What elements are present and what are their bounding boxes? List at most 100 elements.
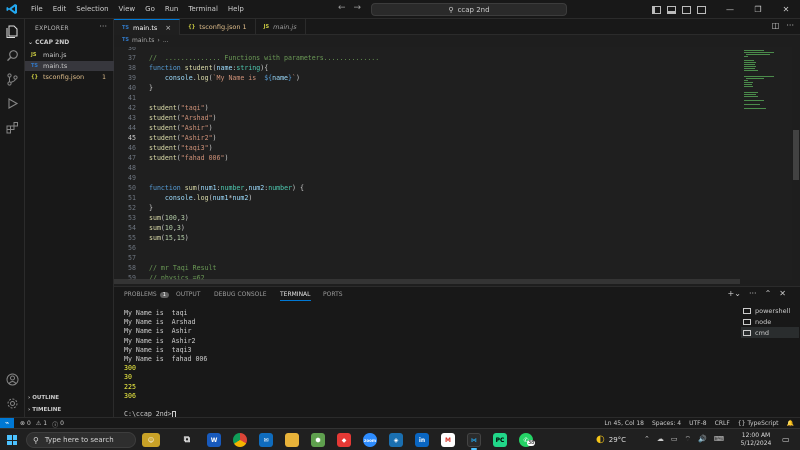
toggle-secondary-sidebar-icon[interactable] [682, 5, 691, 14]
file-name: main.js [43, 51, 67, 59]
terminal-cmd[interactable]: cmd [741, 327, 799, 338]
extensions-icon[interactable] [5, 120, 20, 135]
terminal-node[interactable]: node [741, 316, 799, 327]
menu-help[interactable]: Help [223, 5, 249, 13]
terminal-list: powershell node cmd [741, 305, 799, 338]
more-actions-icon[interactable]: ··· [99, 22, 107, 31]
panel-tab-terminal[interactable]: TERMINAL [280, 291, 311, 301]
workspace-folder[interactable]: ⌄ CCAP 2ND [28, 39, 69, 46]
weather-sun-icon: ◐ [596, 434, 605, 445]
git-icon[interactable]: ◈ [389, 433, 403, 447]
panel-tab-output[interactable]: OUTPUT [176, 291, 200, 298]
new-terminal-icon[interactable]: +⌄ [728, 289, 741, 298]
word-icon[interactable]: W [207, 433, 221, 447]
code-line: 56 [114, 243, 742, 253]
more-actions-icon[interactable]: ··· [786, 21, 794, 30]
task-view-icon[interactable]: ⧉ [180, 433, 194, 447]
menu-selection[interactable]: Selection [71, 5, 113, 13]
command-center[interactable]: ⚲ ccap 2nd [371, 3, 567, 16]
minimap-line [744, 86, 753, 87]
timeline-section[interactable]: › TIMELINE [28, 407, 61, 413]
explorer-icon[interactable] [5, 24, 20, 39]
indentation[interactable]: Spaces: 4 [652, 420, 681, 427]
vscode-taskbar-icon[interactable]: ⋈ [467, 433, 481, 447]
source-control-icon[interactable] [5, 72, 20, 87]
run-debug-icon[interactable] [5, 96, 20, 111]
time: 12:00 AM [741, 432, 771, 439]
notifications-icon[interactable]: 🔔 [787, 420, 794, 427]
volume-icon[interactable]: 🔊 [698, 435, 707, 444]
whatsapp-badge: 38 [527, 440, 536, 446]
gear-icon[interactable] [5, 396, 20, 411]
toggle-panel-icon[interactable] [667, 5, 676, 14]
widget-icon[interactable]: ☺ [142, 433, 160, 447]
more-actions-icon[interactable]: ··· [749, 289, 757, 298]
minimap-line [744, 76, 774, 77]
line-ending[interactable]: CRLF [715, 420, 730, 427]
file-item[interactable]: JS main.js [25, 50, 114, 60]
anydesk-icon[interactable]: ◆ [337, 433, 351, 447]
panel-tab-problems[interactable]: PROBLEMS 1 [124, 291, 169, 298]
maximize-icon[interactable]: ❐ [744, 5, 772, 14]
panel-tab-debug-console[interactable]: DEBUG CONSOLE [214, 291, 267, 298]
vertical-scrollbar[interactable] [793, 130, 799, 180]
onedrive-icon[interactable]: ☁ [657, 435, 664, 444]
weather-widget[interactable]: ◐ 29°C [596, 434, 626, 445]
toggle-sidebar-icon[interactable] [652, 5, 661, 14]
account-icon[interactable] [5, 372, 20, 387]
close-icon[interactable]: × [165, 24, 171, 32]
back-arrow-icon[interactable]: ← [338, 3, 346, 13]
search-icon[interactable] [5, 48, 20, 63]
menu-file[interactable]: File [26, 5, 48, 13]
language-mode[interactable]: {} TypeScript [738, 420, 779, 427]
menu-run[interactable]: Run [160, 5, 183, 13]
file-explorer-icon[interactable] [285, 433, 299, 447]
terminal-powershell[interactable]: powershell [741, 305, 799, 316]
panel-tab-ports[interactable]: PORTS [323, 291, 343, 298]
code-line: 50 function sum(num1:number,num2:number) … [114, 183, 742, 193]
linkedin-icon[interactable]: in [415, 433, 429, 447]
close-icon[interactable]: ✕ [779, 289, 786, 298]
gmail-icon[interactable]: M [441, 433, 455, 447]
chevron-up-icon[interactable]: ⌃ [644, 435, 650, 444]
menu-go[interactable]: Go [140, 5, 160, 13]
zoom-icon[interactable]: zoom [363, 433, 377, 447]
pycharm-icon[interactable]: PC [493, 433, 507, 447]
file-item[interactable]: {} tsconfig.json 1 [25, 72, 114, 82]
chrome-icon[interactable] [233, 433, 247, 447]
network-icon[interactable]: ⌔ [685, 435, 692, 444]
encoding[interactable]: UTF-8 [689, 420, 707, 427]
line-number: 57 [128, 254, 136, 262]
code-line: 44 student("Ashir") [114, 123, 742, 133]
tab-main-js[interactable]: JS main.js [256, 19, 306, 35]
mail-icon[interactable]: ✉ [259, 433, 273, 447]
menu-terminal[interactable]: Terminal [183, 5, 223, 13]
outline-section[interactable]: › OUTLINE [28, 395, 59, 401]
notification-center-icon[interactable]: ▭ [782, 435, 790, 444]
customize-layout-icon[interactable] [697, 5, 706, 14]
windows-start-icon[interactable] [7, 435, 17, 445]
battery-icon[interactable]: ▭ [671, 435, 678, 444]
keyboard-icon[interactable]: ⌨ [714, 435, 724, 444]
taskbar-search[interactable]: ⚲ Type here to search [26, 432, 136, 448]
editor-tabs: TS main.ts ×{} tsconfig.json 1 JS main.js ◫ ·… [114, 19, 800, 35]
close-icon[interactable]: ✕ [772, 5, 800, 14]
minimap[interactable] [742, 47, 792, 280]
cursor-position[interactable]: Ln 45, Col 18 [604, 420, 644, 427]
file-item[interactable]: TS main.ts [25, 61, 114, 71]
tab-main-ts[interactable]: TS main.ts × [114, 19, 181, 35]
forward-arrow-icon[interactable]: → [354, 3, 362, 13]
sidebar-title: EXPLORER [35, 25, 69, 32]
minimize-icon[interactable]: — [716, 5, 744, 14]
split-editor-icon[interactable]: ◫ [772, 21, 780, 30]
breadcrumb-file[interactable]: main.ts [132, 37, 154, 44]
breadcrumb-symbol[interactable]: ... [163, 37, 169, 44]
tab-tsconfig-json[interactable]: {} tsconfig.json 1 [180, 19, 256, 35]
menu-edit[interactable]: Edit [48, 5, 72, 13]
horizontal-scrollbar[interactable] [114, 279, 740, 284]
code-editor[interactable]: 36 37// .............. Functions with par… [114, 47, 742, 280]
menu-view[interactable]: View [114, 5, 141, 13]
nodejs-icon[interactable]: ⬢ [311, 433, 325, 447]
maximize-panel-icon[interactable]: ⌃ [765, 289, 772, 298]
clock[interactable]: 12:00 AM 5/12/2024 [738, 432, 774, 448]
